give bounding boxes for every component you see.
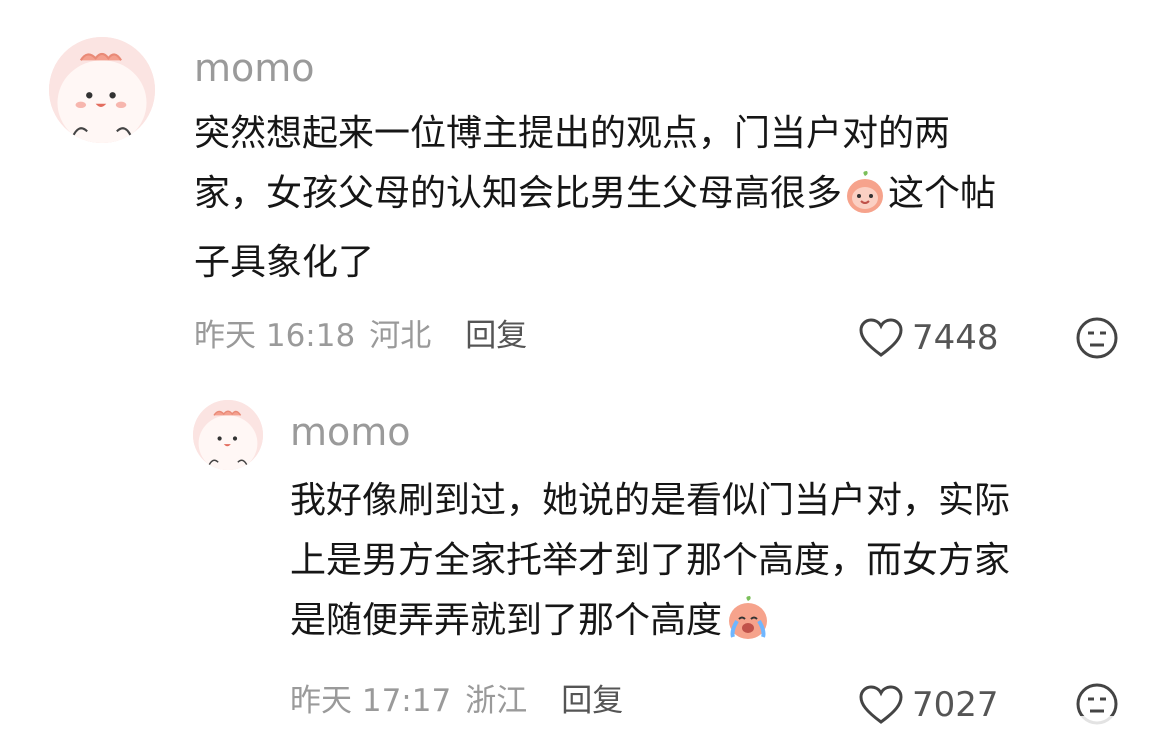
comment-meta: 昨天 16:18 河北 回复: [194, 316, 527, 356]
heart-icon: [859, 685, 903, 724]
reply-button[interactable]: 回复: [465, 316, 527, 356]
comment-time: 昨天 17:17: [290, 683, 452, 719]
comment-line: 家，女孩父母的认知会比男生父母高很多 这个帖: [194, 164, 1134, 233]
username[interactable]: momo: [194, 48, 315, 88]
reply-button[interactable]: 回复: [561, 681, 623, 721]
like-button[interactable]: 7027: [858, 685, 999, 725]
like-count: 7448: [912, 318, 999, 358]
peach-crying-emoji: [723, 595, 773, 660]
comment-line: 上是男方全家托举才到了那个高度，而女方家: [290, 540, 1011, 581]
comment-text: 突然想起来一位博主提出的观点，门当户对的两 家，女孩父母的认知会比男生父母高很多…: [194, 104, 1134, 293]
comment-text: 我好像刷到过，她说的是看似门当户对，实际 上是男方全家托举才到了那个高度，而女方…: [290, 471, 1140, 660]
avatar[interactable]: [49, 37, 155, 143]
avatar-icon: [193, 400, 263, 470]
comment-meta: 昨天 17:17 浙江 回复: [290, 681, 623, 721]
comment-location: 浙江: [465, 683, 528, 719]
username[interactable]: momo: [290, 412, 411, 452]
comment-time: 昨天 16:18: [194, 318, 356, 354]
avatar[interactable]: [193, 400, 263, 470]
avatar-icon: [49, 37, 155, 143]
comment-location: 河北: [369, 318, 432, 354]
comment-line: 我好像刷到过，她说的是看似门当户对，实际: [290, 480, 1011, 521]
like-count: 7027: [912, 685, 999, 725]
dislike-button[interactable]: [1075, 316, 1119, 364]
like-button[interactable]: 7448: [858, 318, 999, 358]
neutral-face-icon: [1076, 317, 1118, 359]
comment-line-part: 这个帖: [888, 173, 997, 214]
comment-line: 子具象化了: [194, 242, 375, 283]
watermark-overlay: [996, 716, 1161, 746]
comment-line-part: 家，女孩父母的认知会比男生父母高很多: [194, 173, 843, 214]
comment-line: 是随便弄弄就到了那个高度: [290, 591, 1140, 660]
comment-line-part: 是随便弄弄就到了那个高度: [290, 600, 723, 641]
peach-smile-emoji: [843, 170, 887, 233]
heart-icon: [859, 318, 903, 357]
comment-line: 突然想起来一位博主提出的观点，门当户对的两: [194, 113, 951, 154]
